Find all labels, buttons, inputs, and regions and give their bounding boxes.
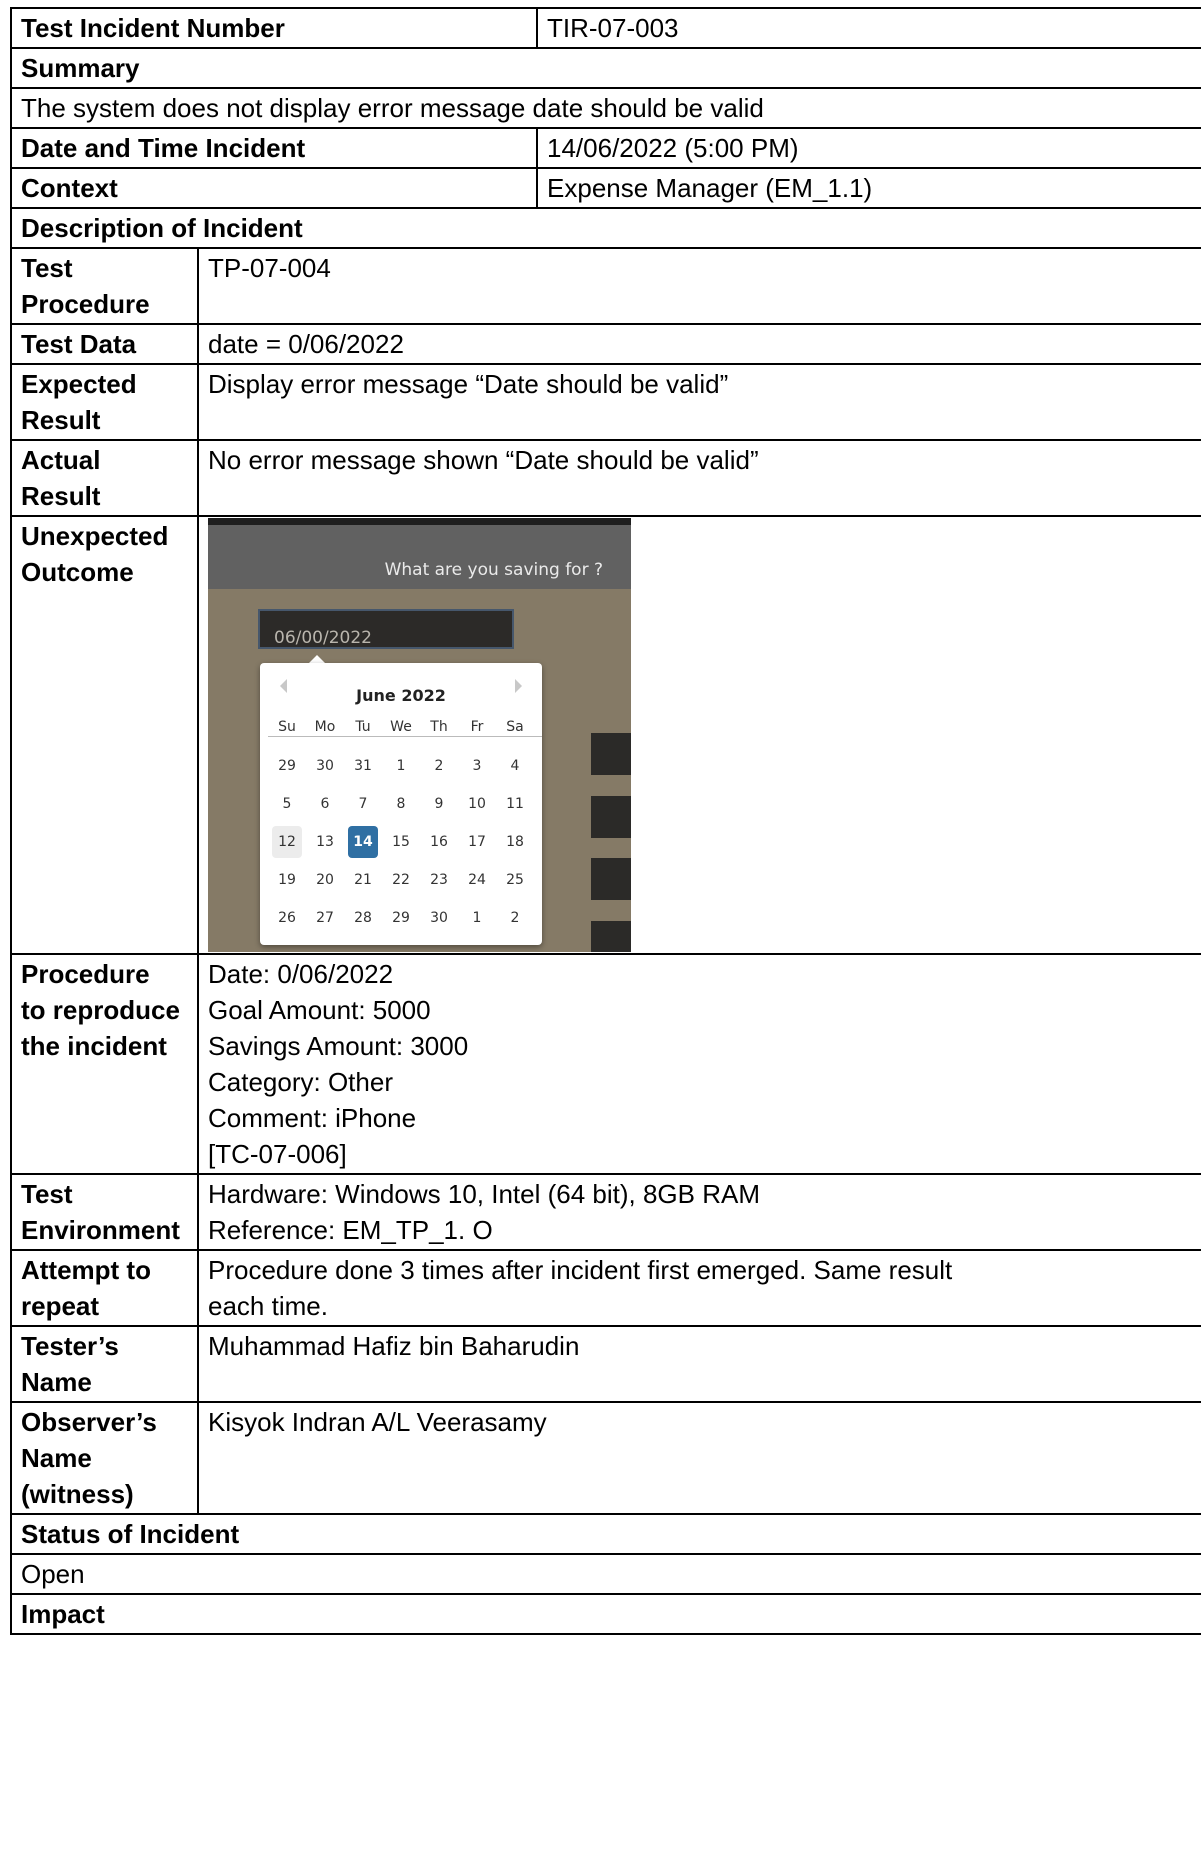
background-button-bar [591, 858, 631, 900]
expected-result-value: Display error message “Date should be va… [196, 363, 1201, 441]
calendar-day[interactable]: 29 [382, 899, 420, 937]
reproduce-step: Goal Amount: 5000 [208, 995, 431, 1025]
weekday-label: Mo [314, 719, 336, 735]
environment-label: Test Environment [10, 1173, 199, 1251]
calendar-day[interactable]: 26 [268, 899, 306, 937]
calendar-day[interactable]: 8 [382, 785, 420, 823]
incident-report-table: Test Incident Number TIR-07-003 Summary … [9, 7, 1201, 1635]
app-header: What are you saving for ? [208, 525, 631, 589]
date-input[interactable]: 06/00/2022 [258, 609, 514, 649]
datepicker-weekdays: Su Mo Tu We Th Fr Sa [268, 709, 534, 745]
reproduce-step: Savings Amount: 3000 [208, 1031, 469, 1061]
observer-value: Kisyok Indran A/L Veerasamy [196, 1401, 1201, 1515]
calendar-day[interactable]: 22 [382, 861, 420, 899]
calendar-day[interactable]: 28 [344, 899, 382, 937]
weekday-label: We [390, 719, 412, 735]
app-header-title: What are you saving for ? [384, 560, 603, 580]
status-value: Open [9, 1553, 1201, 1595]
calendar-day[interactable]: 30 [306, 747, 344, 785]
background-button-bar [591, 733, 631, 775]
calendar-day[interactable]: 21 [344, 861, 382, 899]
calendar-day[interactable]: 9 [420, 785, 458, 823]
weekday-label: Th [430, 719, 448, 735]
unexpected-outcome-label: Unexpected Outcome [10, 515, 199, 955]
calendar-day[interactable]: 3 [458, 747, 496, 785]
weekday-label: Tu [355, 719, 371, 735]
calendar-day[interactable]: 29 [268, 747, 306, 785]
calendar-day[interactable]: 12 [272, 826, 302, 858]
tester-value: Muhammad Hafiz bin Baharudin [196, 1325, 1201, 1403]
context-label: Context [9, 167, 539, 209]
calendar-day[interactable]: 13 [306, 823, 344, 861]
calendar-day[interactable]: 24 [458, 861, 496, 899]
calendar-day[interactable]: 1 [382, 747, 420, 785]
calendar-day[interactable]: 17 [458, 823, 496, 861]
calendar-day[interactable]: 10 [458, 785, 496, 823]
environment-value: Hardware: Windows 10, Intel (64 bit), 8G… [196, 1173, 1201, 1251]
calendar-day[interactable]: 18 [496, 823, 534, 861]
weekday-label: Sa [506, 719, 524, 735]
chevron-right-icon[interactable] [515, 679, 522, 693]
datetime-value: 14/06/2022 (5:00 PM) [536, 127, 1201, 169]
calendar-day[interactable]: 11 [496, 785, 534, 823]
app-top-bar [208, 518, 631, 525]
summary-label: Summary [9, 47, 1201, 89]
calendar-day[interactable]: 6 [306, 785, 344, 823]
calendar-day[interactable]: 15 [382, 823, 420, 861]
app-screenshot: What are you saving for ? 06/00/2022 Jun… [208, 518, 631, 952]
reproduce-steps: Date: 0/06/2022 Goal Amount: 5000 Saving… [196, 953, 1201, 1175]
unexpected-outcome-screenshot-cell: What are you saving for ? 06/00/2022 Jun… [196, 515, 1201, 955]
calendar-day[interactable]: 30 [420, 899, 458, 937]
background-button-bar [591, 921, 631, 952]
incident-number-label: Test Incident Number [9, 7, 539, 49]
attempt-label: Attempt to repeat [10, 1249, 199, 1327]
observer-label: Observer’s Name (witness) [10, 1401, 199, 1515]
calendar-day[interactable]: 2 [420, 747, 458, 785]
background-button-bar [591, 796, 631, 838]
calendar-day[interactable]: 27 [306, 899, 344, 937]
datepicker-days-grid: 29 30 31 1 2 3 4 5 6 7 8 9 10 11 12 13 14 15 16 17 18 19 20 21 2… [268, 747, 534, 937]
reproduce-step: Date: 0/06/2022 [208, 959, 394, 989]
datetime-label: Date and Time Incident [9, 127, 539, 169]
datepicker-header: June 2022 [260, 675, 542, 705]
reproduce-label: Procedure to reproduce the incident [10, 953, 199, 1175]
calendar-day[interactable]: 7 [344, 785, 382, 823]
calendar-day[interactable]: 1 [458, 899, 496, 937]
calendar-day[interactable]: 16 [420, 823, 458, 861]
context-value: Expense Manager (EM_1.1) [536, 167, 1201, 209]
calendar-day[interactable]: 19 [268, 861, 306, 899]
datepicker-divider [268, 736, 542, 737]
status-label: Status of Incident [9, 1513, 1201, 1555]
test-procedure-label: Test Procedure [10, 247, 199, 325]
calendar-day[interactable]: 20 [306, 861, 344, 899]
description-label: Description of Incident [9, 207, 1201, 249]
calendar-day[interactable]: 5 [268, 785, 306, 823]
reproduce-step: [TC-07-006] [208, 1139, 347, 1169]
reproduce-step: Comment: iPhone [208, 1103, 417, 1133]
weekday-label: Su [278, 719, 296, 735]
calendar-day[interactable]: 23 [420, 861, 458, 899]
summary-text: The system does not display error messag… [9, 87, 1201, 129]
reproduce-step: Category: Other [208, 1067, 393, 1097]
calendar-day[interactable]: 2 [496, 899, 534, 937]
test-data-value: date = 0/06/2022 [196, 323, 1201, 365]
calendar-day[interactable]: 14 [348, 826, 378, 858]
calendar-day[interactable]: 4 [496, 747, 534, 785]
actual-result-value: No error message shown “Date should be v… [196, 439, 1201, 517]
weekday-label: Fr [470, 719, 484, 735]
datepicker-popup: June 2022 Su Mo Tu We Th Fr Sa 29 30 31 1 2 3 4 5 6 7 8 9… [260, 663, 542, 945]
impact-label: Impact [9, 1593, 1201, 1635]
calendar-day[interactable]: 25 [496, 861, 534, 899]
test-procedure-value: TP-07-004 [196, 247, 1201, 325]
calendar-day[interactable]: 31 [344, 747, 382, 785]
test-data-label: Test Data [10, 323, 199, 365]
expected-result-label: Expected Result [10, 363, 199, 441]
actual-result-label: Actual Result [10, 439, 199, 517]
tester-label: Tester’s Name [10, 1325, 199, 1403]
incident-number-value: TIR-07-003 [536, 7, 1201, 49]
attempt-value: Procedure done 3 times after incident fi… [196, 1249, 1201, 1327]
